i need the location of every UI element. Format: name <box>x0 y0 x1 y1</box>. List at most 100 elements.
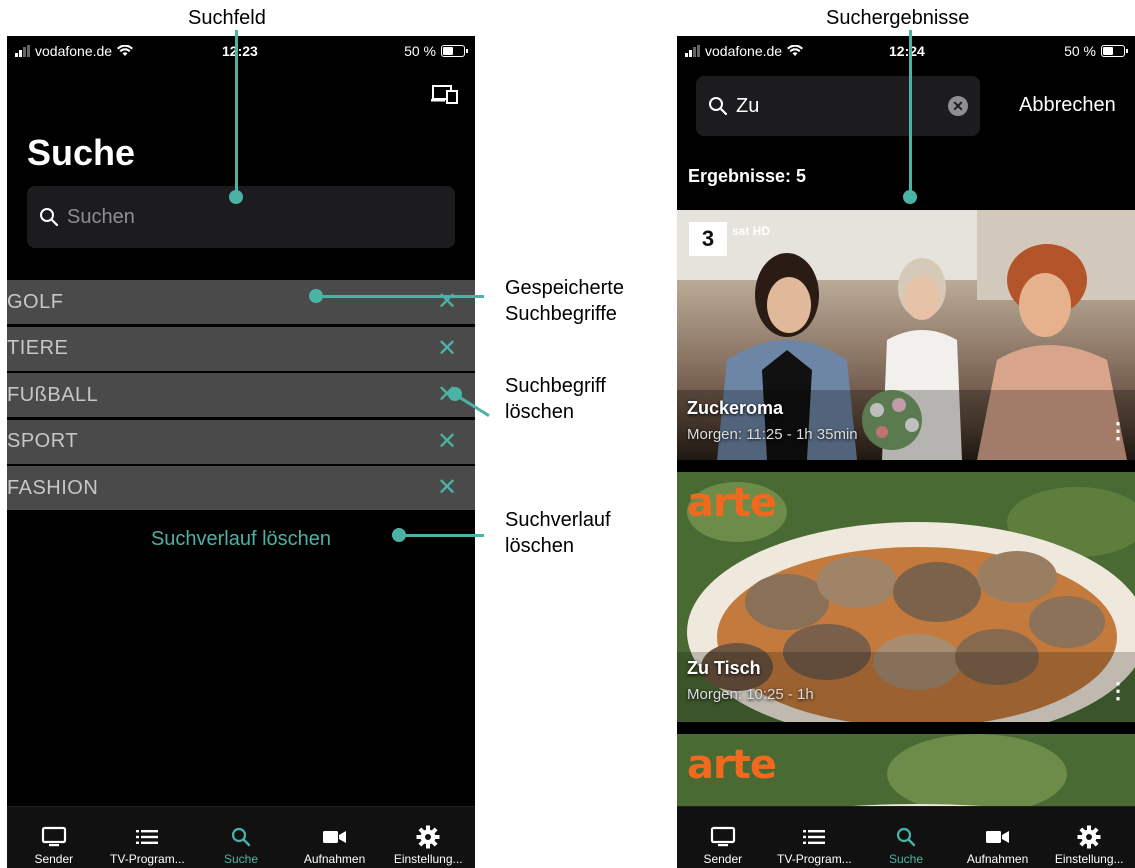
result-time: Morgen: 10:25 - 1h <box>687 686 814 703</box>
connector-dot <box>392 528 406 542</box>
connector-dot <box>229 190 243 204</box>
delete-term-icon[interactable]: ✕ <box>435 336 459 361</box>
device-cast-icon[interactable] <box>431 83 459 105</box>
result-time: Morgen: 11:25 - 1h 35min <box>687 426 858 443</box>
annotation-search-field: Suchfeld <box>188 7 266 29</box>
tab-einstellungen[interactable]: Einstellung... <box>381 807 475 868</box>
page-title: Suche <box>27 132 136 173</box>
tab-suche[interactable]: Suche <box>194 807 288 868</box>
channel-logo-3sat-text: sat HD <box>732 224 771 238</box>
tab-tv-program[interactable]: TV-Program... <box>769 807 861 868</box>
delete-term-icon[interactable]: ✕ <box>435 290 459 314</box>
search-value: Zu <box>736 94 760 117</box>
result-thumbnail <box>677 210 1135 460</box>
tab-label: Einstellung... <box>393 852 463 866</box>
history-item[interactable]: FASHION ✕ <box>7 466 475 510</box>
battery-info: 50 % <box>404 43 468 59</box>
tab-label: Aufnahmen <box>303 852 366 866</box>
history-term: TIERE <box>7 337 69 359</box>
connector-dot <box>309 289 323 303</box>
gear-icon <box>416 825 440 849</box>
annotation-saved-terms: Gespeicherte Suchbegriffe <box>505 275 624 327</box>
more-options-icon[interactable]: ⋮ <box>1107 678 1129 704</box>
tab-label: Aufnahmen <box>966 852 1029 866</box>
tab-label: TV-Program... <box>110 852 185 866</box>
tab-einstellungen[interactable]: Einstellung... <box>1043 807 1135 868</box>
video-camera-icon <box>322 831 346 843</box>
connector-clear-history <box>398 534 484 537</box>
history-term: GOLF <box>7 290 64 313</box>
clock: 12:24 <box>889 43 925 59</box>
history-item[interactable]: TIERE ✕ <box>7 326 475 371</box>
result-card[interactable]: 3 sat HD Zuckeroma Morgen: 11:25 - 1h 35… <box>677 210 1135 460</box>
annotation-saved-terms-line1: Gespeicherte <box>505 277 624 299</box>
connector-saved-terms <box>316 295 484 298</box>
tab-label: TV-Program... <box>777 852 852 866</box>
history-term: FASHION <box>7 476 99 499</box>
tab-label: Einstellung... <box>1054 852 1124 866</box>
search-history-list: GOLF ✕ TIERE ✕ FUßBALL ✕ SPORT ✕ FASHION ✕ <box>7 280 475 513</box>
list-icon <box>803 830 826 844</box>
clear-search-icon[interactable]: ✕ <box>948 96 968 116</box>
signal-icon <box>685 45 700 57</box>
delete-term-icon[interactable]: ✕ <box>435 429 459 454</box>
history-item[interactable]: GOLF ✕ <box>7 280 475 324</box>
status-bar: vodafone.de 12:24 50 % <box>677 36 1135 70</box>
tab-tv-program[interactable]: TV-Program... <box>101 807 195 868</box>
tab-aufnahmen[interactable]: Aufnahmen <box>288 807 382 868</box>
tab-bar: Sender TV-Program... Suche Aufnahmen Ein… <box>7 806 475 868</box>
wifi-icon <box>117 45 134 56</box>
more-options-icon[interactable]: ⋮ <box>1107 418 1129 444</box>
annotation-clear-history-line2: löschen <box>505 535 574 557</box>
gear-icon <box>1077 825 1101 849</box>
search-input[interactable]: Zu ✕ <box>696 76 980 136</box>
battery-percent: 50 % <box>1064 43 1096 59</box>
tab-bar: Sender TV-Program... Suche Aufnahmen Ein… <box>677 806 1135 868</box>
tab-label: Suche <box>223 852 258 866</box>
tab-aufnahmen[interactable]: Aufnahmen <box>952 807 1044 868</box>
search-placeholder: Suchen <box>67 205 135 228</box>
clock: 12:23 <box>222 43 258 59</box>
signal-icon <box>15 45 30 57</box>
carrier-info: vodafone.de <box>685 43 804 59</box>
annotation-saved-terms-line2: Suchbegriffe <box>505 303 617 325</box>
search-screen: vodafone.de 12:23 50 % Suche Suchen GOLF… <box>7 36 475 868</box>
tab-sender[interactable]: Sender <box>7 807 101 868</box>
history-item[interactable]: SPORT ✕ <box>7 419 475 464</box>
annotation-delete-term: Suchbegriff löschen <box>505 373 606 425</box>
delete-term-icon[interactable]: ✕ <box>435 476 459 500</box>
result-title: Zuckeroma <box>687 398 784 418</box>
battery-icon <box>1101 45 1128 57</box>
tab-suche[interactable]: Suche <box>860 807 952 868</box>
search-icon <box>896 827 916 847</box>
annotation-clear-history: Suchverlauf löschen <box>505 507 611 559</box>
history-term: FUßBALL <box>7 383 99 406</box>
connector-dot <box>903 190 917 204</box>
tab-label: Sender <box>34 852 74 866</box>
annotation-delete-term-line2: löschen <box>505 401 574 423</box>
list-icon <box>136 830 159 844</box>
channel-logo-arte: arte <box>687 480 777 526</box>
status-bar: vodafone.de 12:23 50 % <box>7 36 475 70</box>
cancel-button[interactable]: Abbrechen <box>1019 94 1116 117</box>
tab-sender[interactable]: Sender <box>677 807 769 868</box>
wifi-icon <box>787 45 804 56</box>
connector-search-field <box>235 30 238 196</box>
history-term: SPORT <box>7 430 79 452</box>
carrier-name: vodafone.de <box>705 43 783 59</box>
result-card[interactable]: arte Zu Tisch Morgen: 10:25 - 1h ⋮ <box>677 472 1135 722</box>
battery-icon <box>441 45 468 57</box>
search-icon <box>231 827 251 847</box>
carrier-info: vodafone.de <box>15 43 134 59</box>
history-item[interactable]: FUßBALL ✕ <box>7 373 475 417</box>
channel-logo-arte: arte <box>687 742 777 788</box>
connector-search-results <box>909 30 912 196</box>
tab-label: Sender <box>703 852 743 866</box>
carrier-name: vodafone.de <box>35 43 113 59</box>
search-results-screen: vodafone.de 12:24 50 % Zu ✕ Abbrechen Er… <box>677 36 1135 868</box>
search-icon <box>709 97 728 116</box>
annotation-clear-history-line1: Suchverlauf <box>505 509 611 531</box>
annotation-delete-term-line1: Suchbegriff <box>505 375 606 397</box>
tab-label: Suche <box>888 852 923 866</box>
tv-icon <box>41 826 66 847</box>
